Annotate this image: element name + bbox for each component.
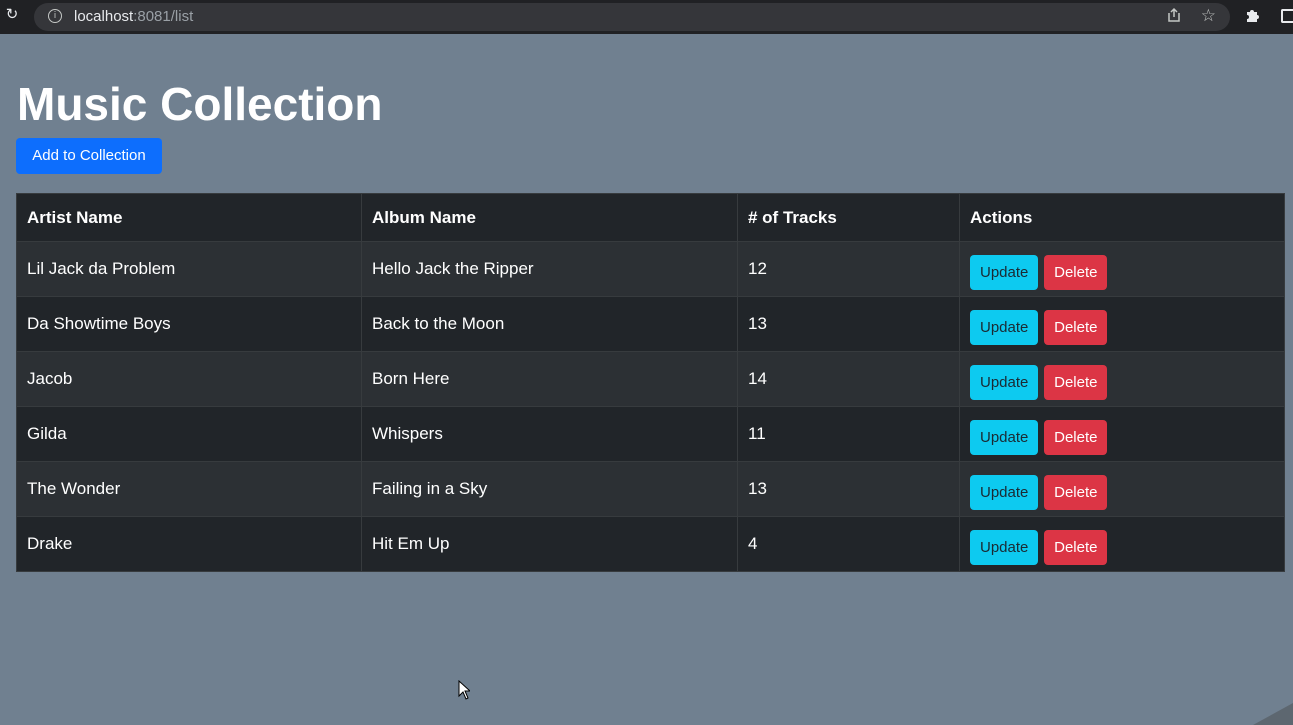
actions-cell: Update Delete (959, 296, 1285, 352)
header-album-name: Album Name (361, 193, 738, 242)
table-row: Jacob Born Here 14 Update Delete (16, 351, 1285, 407)
tracks-cell: 4 (737, 516, 960, 572)
music-table: Artist Name Album Name # of Tracks Actio… (16, 193, 1285, 572)
browser-toolbar: ↻ i localhost:8081/list ☆ (0, 0, 1293, 34)
update-button[interactable]: Update (970, 309, 1039, 345)
artist-cell: Da Showtime Boys (16, 296, 362, 352)
url-path: :8081/list (133, 8, 194, 25)
actions-cell: Update Delete (959, 241, 1285, 297)
album-cell: Whispers (361, 406, 738, 462)
album-cell: Back to the Moon (361, 296, 738, 352)
table-row: Lil Jack da Problem Hello Jack the Rippe… (16, 241, 1285, 297)
header-artist-name: Artist Name (16, 193, 362, 242)
update-button[interactable]: Update (970, 474, 1039, 510)
share-icon[interactable] (1166, 7, 1182, 29)
info-icon[interactable]: i (48, 9, 62, 23)
artist-cell: Lil Jack da Problem (16, 241, 362, 297)
table-row: Drake Hit Em Up 4 Update Delete (16, 516, 1285, 572)
url-text[interactable]: localhost:8081/list (74, 8, 193, 26)
update-button[interactable]: Update (970, 254, 1039, 290)
header-actions: Actions (959, 193, 1285, 242)
url-host: localhost (74, 8, 134, 25)
update-button[interactable]: Update (970, 364, 1039, 400)
add-to-collection-button[interactable]: Add to Collection (16, 138, 162, 174)
tracks-cell: 13 (737, 461, 960, 517)
update-button[interactable]: Update (970, 419, 1039, 455)
delete-button[interactable]: Delete (1044, 254, 1108, 290)
artist-cell: Jacob (16, 351, 362, 407)
mouse-cursor-icon (458, 679, 472, 700)
actions-cell: Update Delete (959, 461, 1285, 517)
album-cell: Hit Em Up (361, 516, 738, 572)
corner-shadow (1253, 697, 1293, 725)
tracks-cell: 12 (737, 241, 960, 297)
actions-cell: Update Delete (959, 406, 1285, 462)
tracks-cell: 14 (737, 351, 960, 407)
reload-icon[interactable]: ↻ (2, 5, 22, 25)
tracks-cell: 13 (737, 296, 960, 352)
delete-button[interactable]: Delete (1044, 474, 1108, 510)
delete-button[interactable]: Delete (1044, 529, 1108, 565)
star-icon[interactable]: ☆ (1201, 6, 1216, 26)
table-row: The Wonder Failing in a Sky 13 Update De… (16, 461, 1285, 517)
header-tracks: # of Tracks (737, 193, 960, 242)
extensions-icon[interactable] (1244, 6, 1262, 24)
address-bar[interactable]: i localhost:8081/list ☆ (34, 3, 1230, 31)
side-panel-icon[interactable] (1281, 9, 1293, 23)
delete-button[interactable]: Delete (1044, 419, 1108, 455)
album-cell: Failing in a Sky (361, 461, 738, 517)
table-row: Da Showtime Boys Back to the Moon 13 Upd… (16, 296, 1285, 352)
artist-cell: Gilda (16, 406, 362, 462)
actions-cell: Update Delete (959, 516, 1285, 572)
update-button[interactable]: Update (970, 529, 1039, 565)
artist-cell: Drake (16, 516, 362, 572)
artist-cell: The Wonder (16, 461, 362, 517)
delete-button[interactable]: Delete (1044, 309, 1108, 345)
album-cell: Hello Jack the Ripper (361, 241, 738, 297)
album-cell: Born Here (361, 351, 738, 407)
tracks-cell: 11 (737, 406, 960, 462)
table-header-row: Artist Name Album Name # of Tracks Actio… (16, 193, 1285, 242)
page-title: Music Collection (17, 78, 383, 130)
delete-button[interactable]: Delete (1044, 364, 1108, 400)
table-row: Gilda Whispers 11 Update Delete (16, 406, 1285, 462)
actions-cell: Update Delete (959, 351, 1285, 407)
